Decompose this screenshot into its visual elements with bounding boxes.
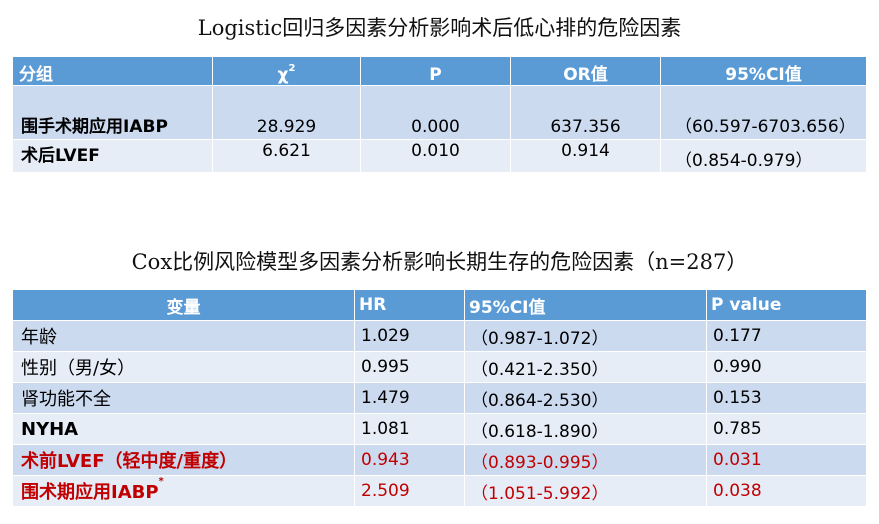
table1-header-group: 分组 bbox=[12, 56, 213, 86]
table2-header-ci: 95%CI值 bbox=[464, 289, 707, 321]
hr-value: 1.081 bbox=[354, 413, 465, 445]
table-row: NYHA 1.081 （0.618-1.890） 0.785 bbox=[12, 413, 867, 445]
hr-value: 1.029 bbox=[354, 320, 465, 352]
or-value: 637.356 bbox=[510, 85, 661, 140]
chi-superscript: 2 bbox=[288, 63, 296, 74]
row-label-text: 围术期应用IABP bbox=[21, 482, 159, 503]
logistic-regression-table: 分组 χ2 P OR值 95%CI值 围手术期应用IABP 28.929 0.0… bbox=[12, 56, 867, 173]
ci-value: （0.618-1.890） bbox=[464, 413, 707, 445]
table1-header-chi-square: χ2 bbox=[212, 56, 361, 86]
table2-header-row: 变量 HR 95%CI值 P value bbox=[12, 289, 867, 321]
ci-value: （0.864-2.530） bbox=[464, 382, 707, 414]
table2-title: Cox比例风险模型多因素分析影响长期生存的危险因素（n=287） bbox=[131, 250, 748, 274]
cox-regression-table: 变量 HR 95%CI值 P value 年龄 1.029 （0.987-1.0… bbox=[12, 289, 867, 507]
table-row: 围手术期应用IABP 28.929 0.000 637.356 （60.597-… bbox=[12, 85, 867, 140]
hr-value: 0.995 bbox=[354, 351, 465, 383]
p-value: 0.177 bbox=[706, 320, 867, 352]
ci-value: （0.987-1.072） bbox=[464, 320, 707, 352]
p-value: 0.010 bbox=[360, 139, 511, 173]
table2-header-p: P value bbox=[706, 289, 867, 321]
table2-header-variable: 变量 bbox=[12, 289, 355, 321]
row-label: 年龄 bbox=[12, 320, 355, 352]
ci-value: （1.051-5.992） bbox=[464, 475, 707, 507]
p-value: 0.031 bbox=[706, 444, 867, 476]
table-row: 肾功能不全 1.479 （0.864-2.530） 0.153 bbox=[12, 382, 867, 414]
p-value: 0.000 bbox=[360, 85, 511, 140]
p-value: 0.153 bbox=[706, 382, 867, 414]
table-row: 性别（男/女） 0.995 （0.421-2.350） 0.990 bbox=[12, 351, 867, 383]
row-label: 术前LVEF（轻中度/重度） bbox=[12, 444, 355, 476]
table1-header-or: OR值 bbox=[510, 56, 661, 86]
footnote-marker: * bbox=[158, 476, 164, 488]
row-label: 围术期应用IABP* bbox=[12, 475, 355, 507]
chi-square-value: 6.621 bbox=[212, 139, 361, 173]
row-label: 性别（男/女） bbox=[12, 351, 355, 383]
ci-value: （0.893-0.995） bbox=[464, 444, 707, 476]
table2-header-hr: HR bbox=[354, 289, 465, 321]
table-row-significant: 术前LVEF（轻中度/重度） 0.943 （0.893-0.995） 0.031 bbox=[12, 444, 867, 476]
ci-value: （0.421-2.350） bbox=[464, 351, 707, 383]
hr-value: 0.943 bbox=[354, 444, 465, 476]
table-row: 术后LVEF 6.621 0.010 0.914 （0.854-0.979） bbox=[12, 139, 867, 173]
or-value: 0.914 bbox=[510, 139, 661, 173]
chi-square-value: 28.929 bbox=[212, 85, 361, 140]
table1-header-row: 分组 χ2 P OR值 95%CI值 bbox=[12, 56, 867, 86]
table1-header-ci: 95%CI值 bbox=[660, 56, 867, 86]
row-label: NYHA bbox=[12, 413, 355, 445]
table1-title: Logistic回归多因素分析影响术后低心排的危险因素 bbox=[197, 16, 682, 40]
p-value: 0.785 bbox=[706, 413, 867, 445]
table-row-significant: 围术期应用IABP* 2.509 （1.051-5.992） 0.038 bbox=[12, 475, 867, 507]
row-label: 术后LVEF bbox=[12, 139, 213, 173]
row-label: 围手术期应用IABP bbox=[12, 85, 213, 140]
table-row: 年龄 1.029 （0.987-1.072） 0.177 bbox=[12, 320, 867, 352]
p-value: 0.038 bbox=[706, 475, 867, 507]
p-value: 0.990 bbox=[706, 351, 867, 383]
ci-value: （60.597-6703.656） bbox=[660, 85, 867, 140]
hr-value: 2.509 bbox=[354, 475, 465, 507]
row-label: 肾功能不全 bbox=[12, 382, 355, 414]
hr-value: 1.479 bbox=[354, 382, 465, 414]
chi-symbol: χ bbox=[277, 65, 289, 85]
table1-header-p: P bbox=[360, 56, 511, 86]
ci-value: （0.854-0.979） bbox=[660, 139, 867, 173]
